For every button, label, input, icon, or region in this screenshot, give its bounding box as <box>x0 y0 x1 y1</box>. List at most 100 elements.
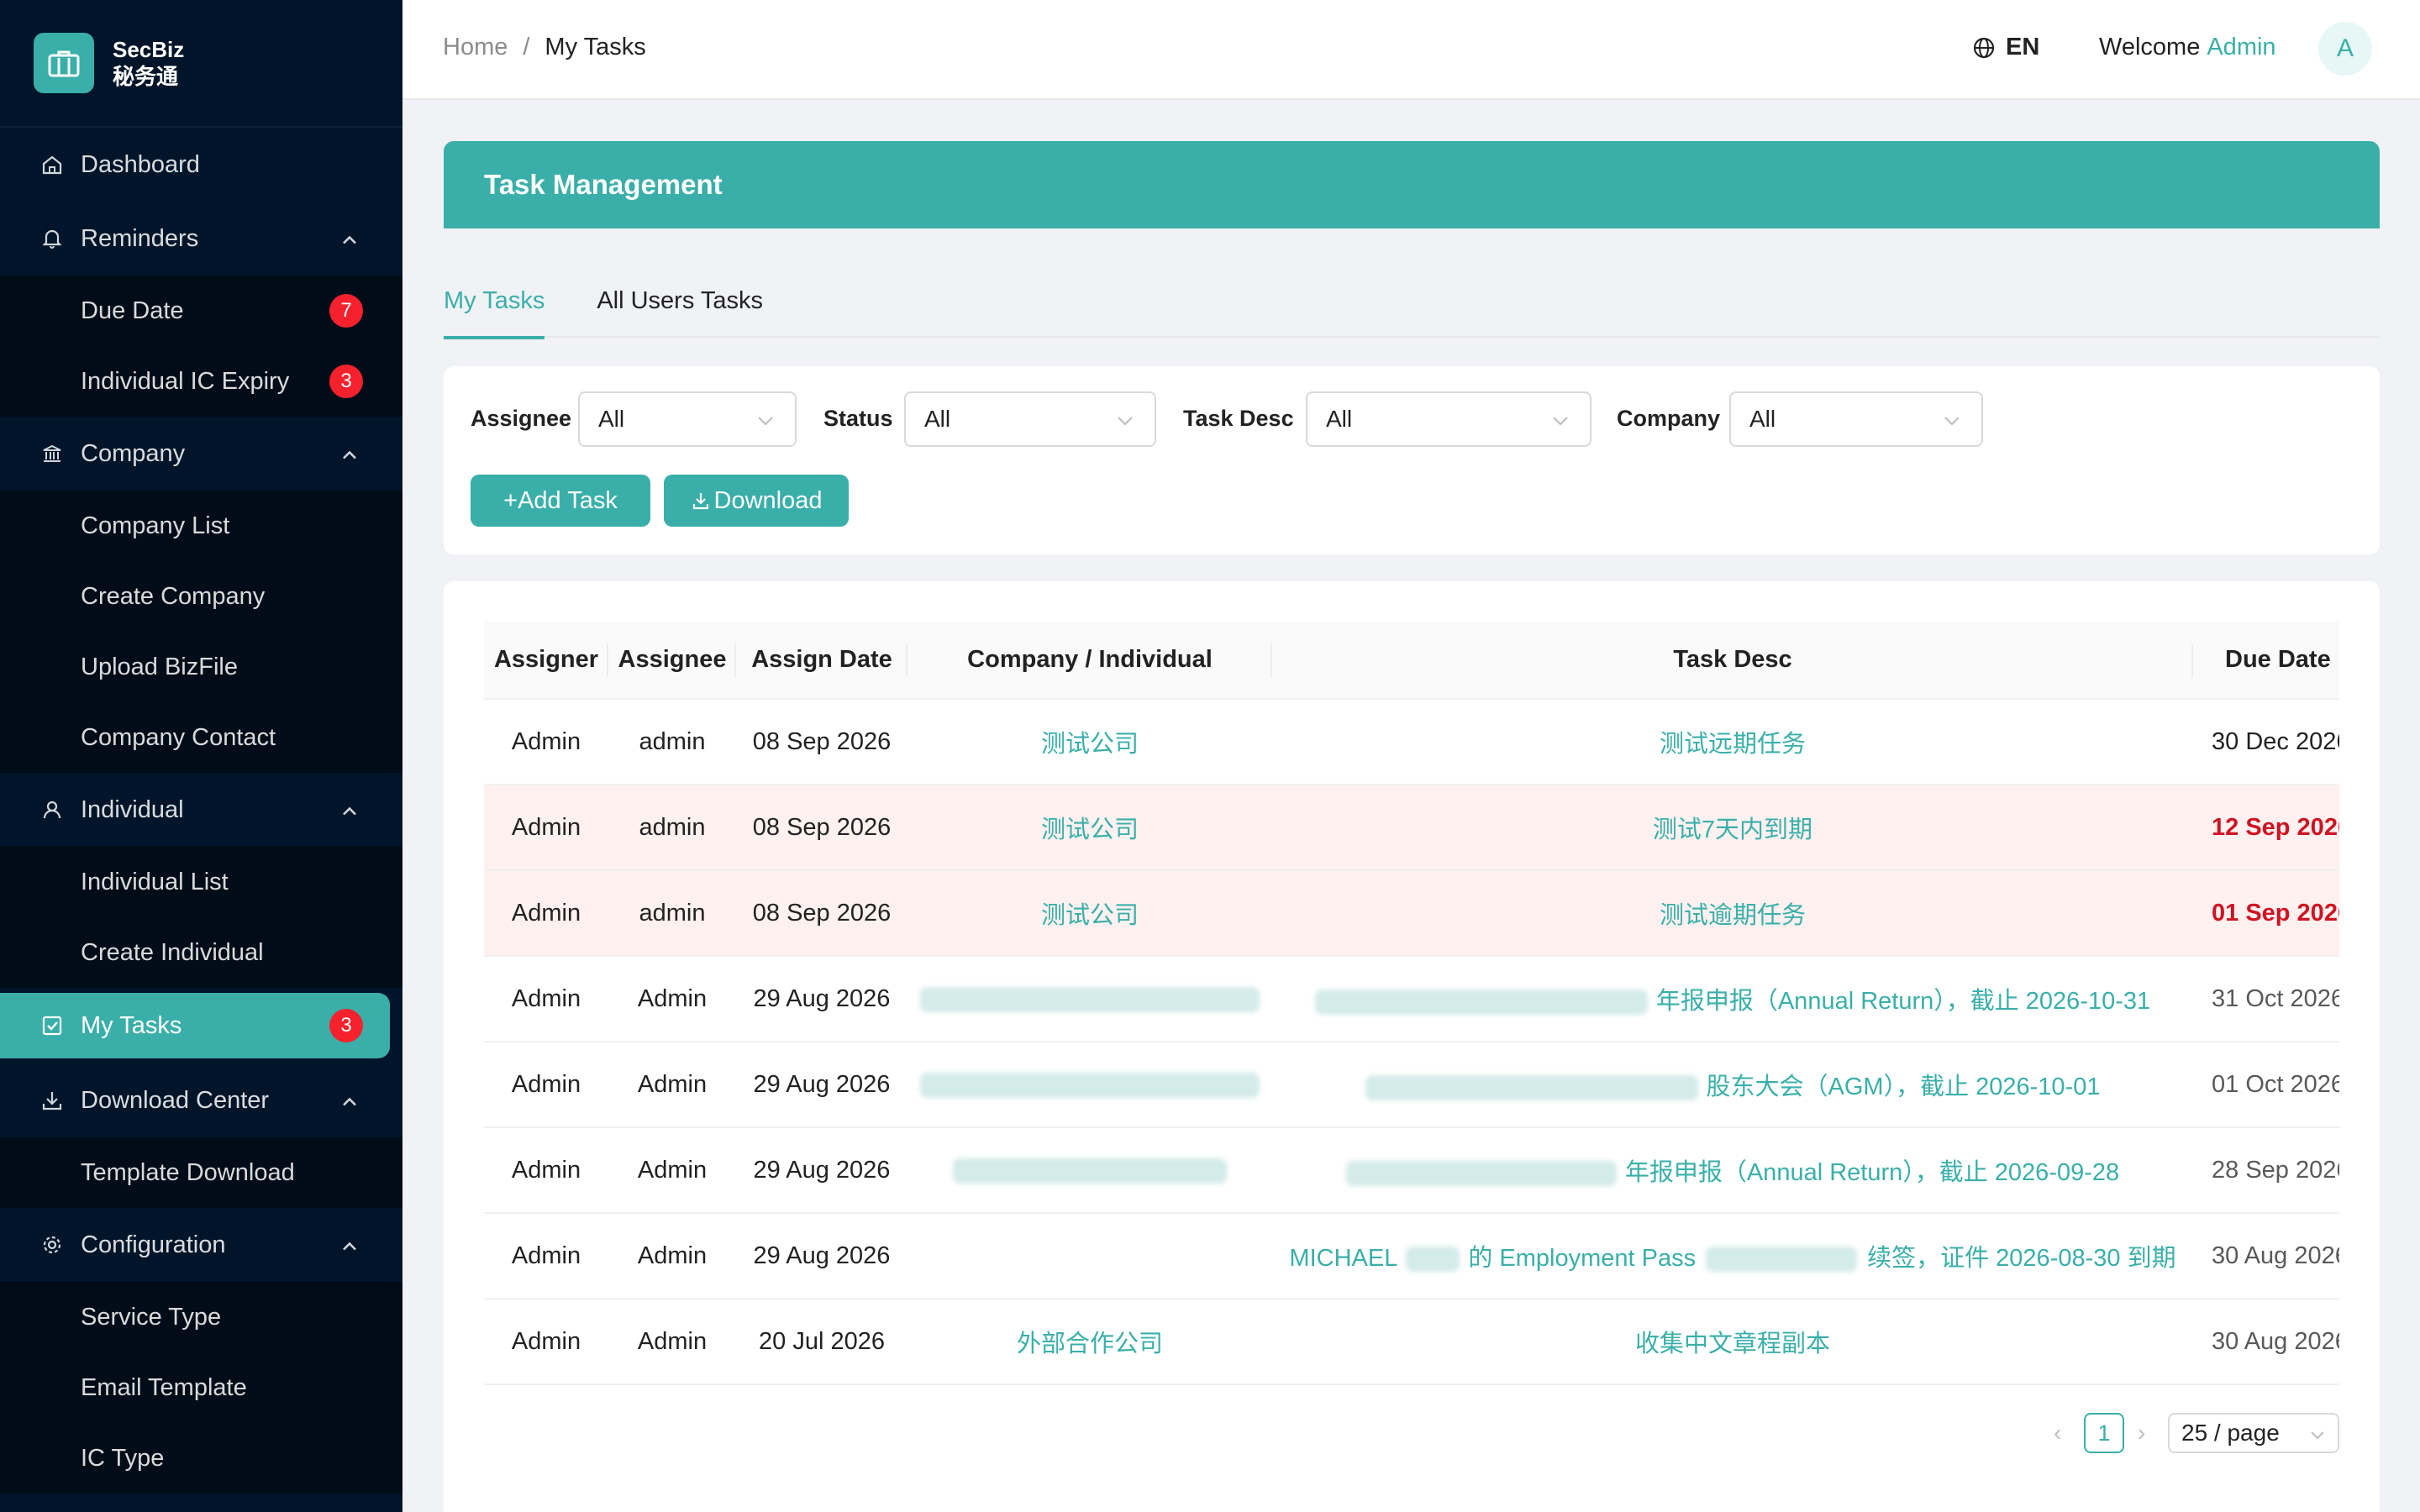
cell-task-desc-link[interactable]: 收集中文章程副本 <box>1272 1299 2193 1385</box>
sidebar-item-template-download[interactable]: Template Download <box>0 1137 402 1208</box>
status-value: All <box>924 406 951 432</box>
globe-icon <box>1973 37 1995 58</box>
redacted-text <box>920 1072 1260 1098</box>
sidebar-item-create-company[interactable]: Create Company <box>0 561 402 632</box>
sidebar-item-download-center[interactable]: Download Center <box>0 1063 402 1137</box>
cell-task-desc-link[interactable]: 年报申报（Annual Return），截止 2026-10-31 <box>1272 956 2193 1042</box>
sidebar-item-label: Dashboard <box>81 150 200 178</box>
status-select[interactable]: All <box>904 391 1156 447</box>
cell-assignee: Admin <box>608 1127 736 1214</box>
cell-assignee: Admin <box>608 1299 736 1385</box>
assignee-select[interactable]: All <box>578 391 797 447</box>
sidebar-item-individual-list[interactable]: Individual List <box>0 847 402 917</box>
company-label: Company <box>1617 406 1721 431</box>
redacted-text <box>1406 1247 1460 1273</box>
chevron-down-icon <box>756 406 775 433</box>
cell-company-link[interactable]: 外部合作公司 <box>908 1299 1272 1385</box>
cell-company-link[interactable] <box>908 956 1272 1042</box>
breadcrumb-separator: / <box>523 34 530 60</box>
redacted-text <box>1365 1075 1698 1101</box>
column-header-assigner[interactable]: Assigner <box>484 622 608 700</box>
chevron-up-icon <box>341 440 358 468</box>
column-header-assign-date[interactable]: Assign Date <box>736 622 908 700</box>
download-button[interactable]: Download <box>664 475 849 527</box>
sidebar-item-configuration[interactable]: Configuration <box>0 1208 402 1282</box>
pagination: ‹ 1 › 25 / page <box>444 1413 2380 1453</box>
sidebar-item-label: Configuration <box>81 1231 226 1258</box>
bell-icon <box>40 227 64 250</box>
sidebar-item-company-list[interactable]: Company List <box>0 491 402 561</box>
tab-all-users-tasks[interactable]: All Users Tasks <box>597 277 763 338</box>
cell-due-date: 30 Dec 2026 <box>2193 699 2339 785</box>
table-row: Admin Admin 29 Aug 2026 股东大会（AGM），截止 202… <box>484 1042 2339 1128</box>
column-header-company[interactable]: Company / Individual <box>908 622 1272 700</box>
cell-task-desc-link[interactable]: MICHAEL 的 Employment Pass 续签，证件 2026-08-30… <box>1272 1213 2193 1299</box>
task-desc-value: All <box>1326 406 1353 432</box>
table-row: Admin Admin 29 Aug 2026 年报申报（Annual Retu… <box>484 956 2339 1042</box>
sidebar-item-ic-type[interactable]: IC Type <box>0 1423 402 1494</box>
tab-my-tasks[interactable]: My Tasks <box>444 277 545 339</box>
table-scroll-area[interactable]: Assigner Assignee Assign Date Company / … <box>484 622 2339 1388</box>
sidebar-item-ic-expiry[interactable]: Individual IC Expiry 3 <box>0 346 402 417</box>
table-row: Admin admin 08 Sep 2026 测试公司 测试远期任务 30 D… <box>484 699 2339 785</box>
sidebar-item-company[interactable]: Company <box>0 417 402 491</box>
chevron-right-icon[interactable]: › <box>2138 1420 2145 1446</box>
chevron-up-icon <box>341 225 358 253</box>
sidebar-item-due-date[interactable]: Due Date 7 <box>0 276 402 346</box>
sidebar-item-upload-bizfile[interactable]: Upload BizFile <box>0 632 402 702</box>
cell-company-link[interactable]: 测试公司 <box>908 785 1272 871</box>
cell-company-link[interactable]: 测试公司 <box>908 870 1272 957</box>
cell-task-desc-link[interactable]: 测试7天内到期 <box>1272 785 2193 871</box>
cell-task-desc-link[interactable]: 股东大会（AGM），截止 2026-10-01 <box>1272 1042 2193 1128</box>
sidebar-item-service-type[interactable]: Service Type <box>0 1282 402 1352</box>
column-header-due-date[interactable]: Due Date <box>2193 622 2339 700</box>
cell-task-desc-link[interactable]: 测试远期任务 <box>1272 699 2193 785</box>
add-task-button[interactable]: +Add Task <box>471 475 650 527</box>
table-row: Admin Admin 29 Aug 2026 年报申报（Annual Retu… <box>484 1127 2339 1214</box>
sidebar-item-label: Create Company <box>81 582 266 610</box>
sidebar-item-email-template[interactable]: Email Template <box>0 1352 402 1423</box>
cell-company-link[interactable] <box>908 1127 1272 1214</box>
cell-assigner: Admin <box>484 1042 608 1128</box>
cell-task-desc-link[interactable]: 年报申报（Annual Return），截止 2026-09-28 <box>1272 1127 2193 1214</box>
sidebar-item-company-contact[interactable]: Company Contact <box>0 702 402 773</box>
sidebar-item-create-individual[interactable]: Create Individual <box>0 917 402 988</box>
sidebar-item-label: Company Contact <box>81 723 276 751</box>
welcome-text: Welcome Admin <box>2099 34 2276 61</box>
sidebar-item-my-tasks[interactable]: My Tasks 3 <box>0 993 390 1058</box>
language-switcher[interactable]: EN <box>1972 34 2039 61</box>
avatar[interactable]: A <box>2318 22 2372 76</box>
language-label: EN <box>2006 34 2040 60</box>
assignee-label: Assignee <box>471 406 572 431</box>
cell-company-link[interactable] <box>908 1213 1272 1299</box>
cell-company-link[interactable]: 测试公司 <box>908 699 1272 785</box>
column-header-assignee[interactable]: Assignee <box>608 622 736 700</box>
cell-assignee: admin <box>608 870 736 957</box>
app-name: SecBiz <box>113 37 185 62</box>
breadcrumb-home[interactable]: Home <box>443 34 508 61</box>
table-row: Admin admin 08 Sep 2026 测试公司 测试7天内到期 12 … <box>484 785 2339 871</box>
sidebar-item-dashboard[interactable]: Dashboard <box>0 128 402 202</box>
app-logo[interactable]: SecBiz 秘务通 <box>0 0 402 128</box>
sidebar-item-label: Reminders <box>81 224 199 252</box>
cell-due-date: 28 Sep 2026 <box>2193 1127 2339 1214</box>
task-desc-select[interactable]: All <box>1306 391 1591 447</box>
cell-task-desc-link[interactable]: 测试逾期任务 <box>1272 870 2193 957</box>
company-select[interactable]: All <box>1729 391 1983 447</box>
breadcrumb-current: My Tasks <box>544 34 646 60</box>
redacted-text <box>1345 1161 1617 1187</box>
chevron-left-icon[interactable]: ‹ <box>2054 1420 2061 1446</box>
page-size-select[interactable]: 25 / page <box>2168 1413 2339 1453</box>
sidebar-item-label: My Tasks <box>81 1011 182 1039</box>
cell-assign-date: 29 Aug 2026 <box>736 1127 908 1214</box>
sidebar-item-reminders[interactable]: Reminders <box>0 202 402 276</box>
column-header-task-desc[interactable]: Task Desc <box>1272 622 2193 700</box>
sidebar-item-label: Individual List <box>81 868 229 895</box>
page-title: Task Management <box>444 141 2380 228</box>
cell-company-link[interactable] <box>908 1042 1272 1128</box>
table-header-row: Assigner Assignee Assign Date Company / … <box>484 622 2339 700</box>
task-tabs: My Tasks All Users Tasks <box>444 277 2380 339</box>
table-row: Admin Admin 20 Jul 2026 外部合作公司 收集中文章程副本 … <box>484 1299 2339 1385</box>
sidebar-item-individual[interactable]: Individual <box>0 773 402 847</box>
page-number[interactable]: 1 <box>2084 1413 2124 1453</box>
